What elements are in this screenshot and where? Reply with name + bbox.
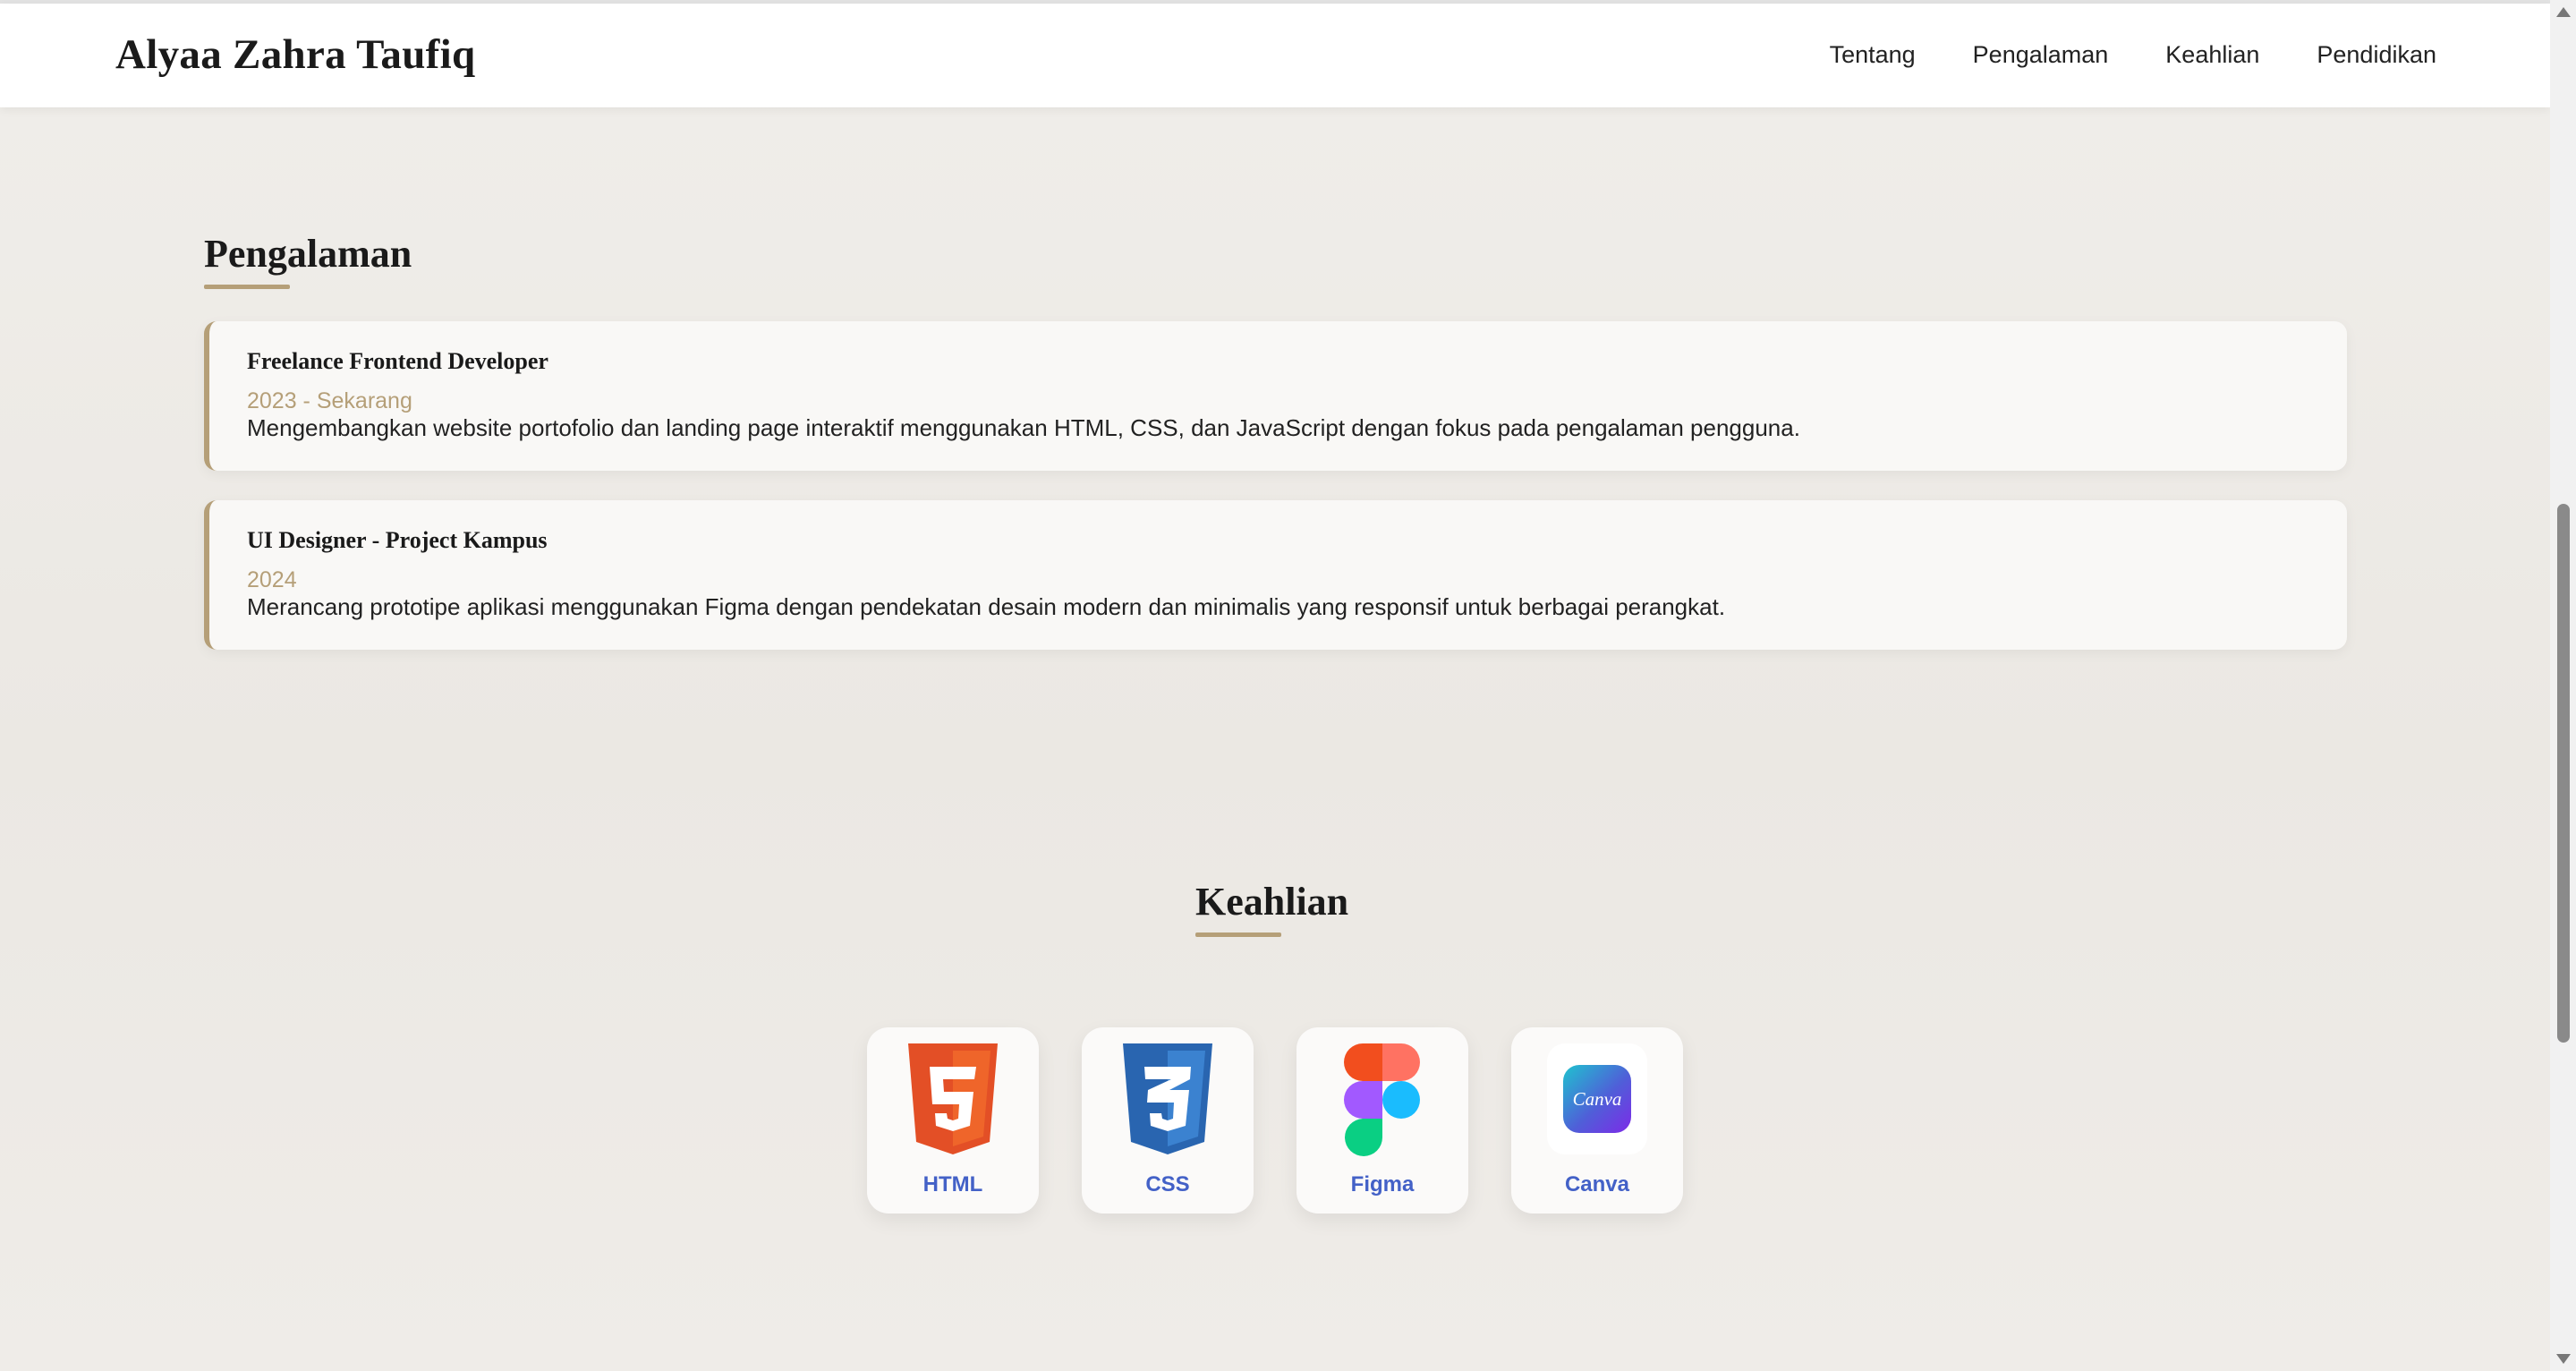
page-scrollbar[interactable] (2550, 0, 2576, 1371)
experience-period: 2023 - Sekarang (247, 388, 412, 413)
scroll-down-arrow-icon[interactable] (2556, 1354, 2571, 1364)
html5-icon (908, 1043, 998, 1154)
figma-icon (1344, 1043, 1420, 1156)
navbar: Alyaa Zahra Taufiq Tentang Pengalaman Ke… (0, 4, 2550, 107)
scrollbar-thumb[interactable] (2557, 504, 2570, 1043)
scroll-up-arrow-icon[interactable] (2556, 7, 2571, 17)
skill-label: Canva (1564, 1172, 1630, 1196)
brand-name[interactable]: Alyaa Zahra Taufiq (115, 30, 475, 79)
nav-link-pendidikan[interactable]: Pendidikan (2317, 41, 2436, 69)
skills-heading-underline (1195, 932, 1281, 937)
skill-card-html[interactable]: HTML (867, 1027, 1039, 1213)
experience-role: Freelance Frontend Developer (247, 348, 548, 374)
skills-heading: Keahlian (1195, 880, 1349, 924)
experience-card: Freelance Frontend Developer 2023 - Seka… (204, 321, 2347, 471)
skill-label: CSS (1145, 1172, 1190, 1196)
nav-link-keahlian[interactable]: Keahlian (2165, 41, 2259, 69)
skill-label: Figma (1350, 1172, 1415, 1196)
experience-description: Mengembangkan website portofolio dan lan… (247, 414, 1800, 441)
experience-period: 2024 (247, 567, 297, 592)
skill-card-css[interactable]: CSS (1082, 1027, 1254, 1213)
nav-link-pengalaman[interactable]: Pengalaman (1973, 41, 2109, 69)
canva-logo-text: Canva (1573, 1088, 1622, 1110)
experience-role: UI Designer - Project Kampus (247, 527, 548, 553)
experience-heading-underline (204, 285, 290, 289)
css3-icon (1123, 1043, 1212, 1154)
skill-card-figma[interactable]: Figma (1297, 1027, 1468, 1213)
skill-card-canva[interactable]: Canva Canva (1511, 1027, 1683, 1213)
experience-heading: Pengalaman (204, 232, 412, 276)
experience-description: Merancang prototipe aplikasi menggunakan… (247, 593, 1726, 620)
main-nav: Tentang Pengalaman Keahlian Pendidikan (1830, 41, 2436, 69)
nav-link-tentang[interactable]: Tentang (1830, 41, 1916, 69)
experience-card: UI Designer - Project Kampus 2024 Meranc… (204, 500, 2347, 650)
canva-icon: Canva (1547, 1043, 1647, 1154)
skill-label: HTML (922, 1172, 983, 1196)
